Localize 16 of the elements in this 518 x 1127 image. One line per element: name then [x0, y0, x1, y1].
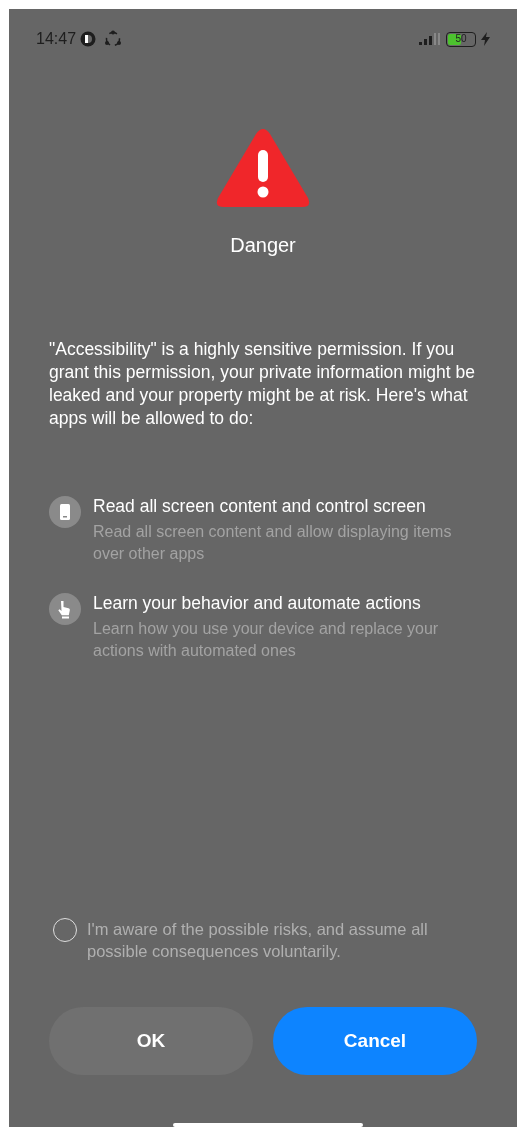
- dialog-title: Danger: [230, 233, 296, 258]
- cancel-button[interactable]: Cancel: [273, 1007, 477, 1075]
- hand-pointer-icon: [49, 593, 81, 625]
- signal-icon: [419, 33, 441, 45]
- charging-icon: [481, 32, 490, 46]
- battery-percent: 50: [454, 32, 468, 46]
- ok-button[interactable]: OK: [49, 1007, 253, 1075]
- phone-icon: [49, 496, 81, 528]
- permission-description: Learn how you use your device and replace your actions with automated ones: [93, 619, 440, 661]
- permission-title: Learn your behavior and automate actions: [93, 592, 422, 615]
- warning-icon: [216, 128, 310, 208]
- permission-title: Read all screen content and control screen: [93, 495, 427, 518]
- status-time: 14:47: [36, 29, 77, 49]
- permission-description: Read all screen content and allow displaying items over other apps: [93, 522, 453, 564]
- consent-text: I'm aware of the possible risks, and assume all possible consequences voluntarily.: [87, 919, 429, 962]
- warning-message: "Accessibility" is a highly sensitive permission. If you grant this permission, your private information might be leaked and your property might be at risk. Here's what apps will be allowed to do:: [48, 338, 477, 430]
